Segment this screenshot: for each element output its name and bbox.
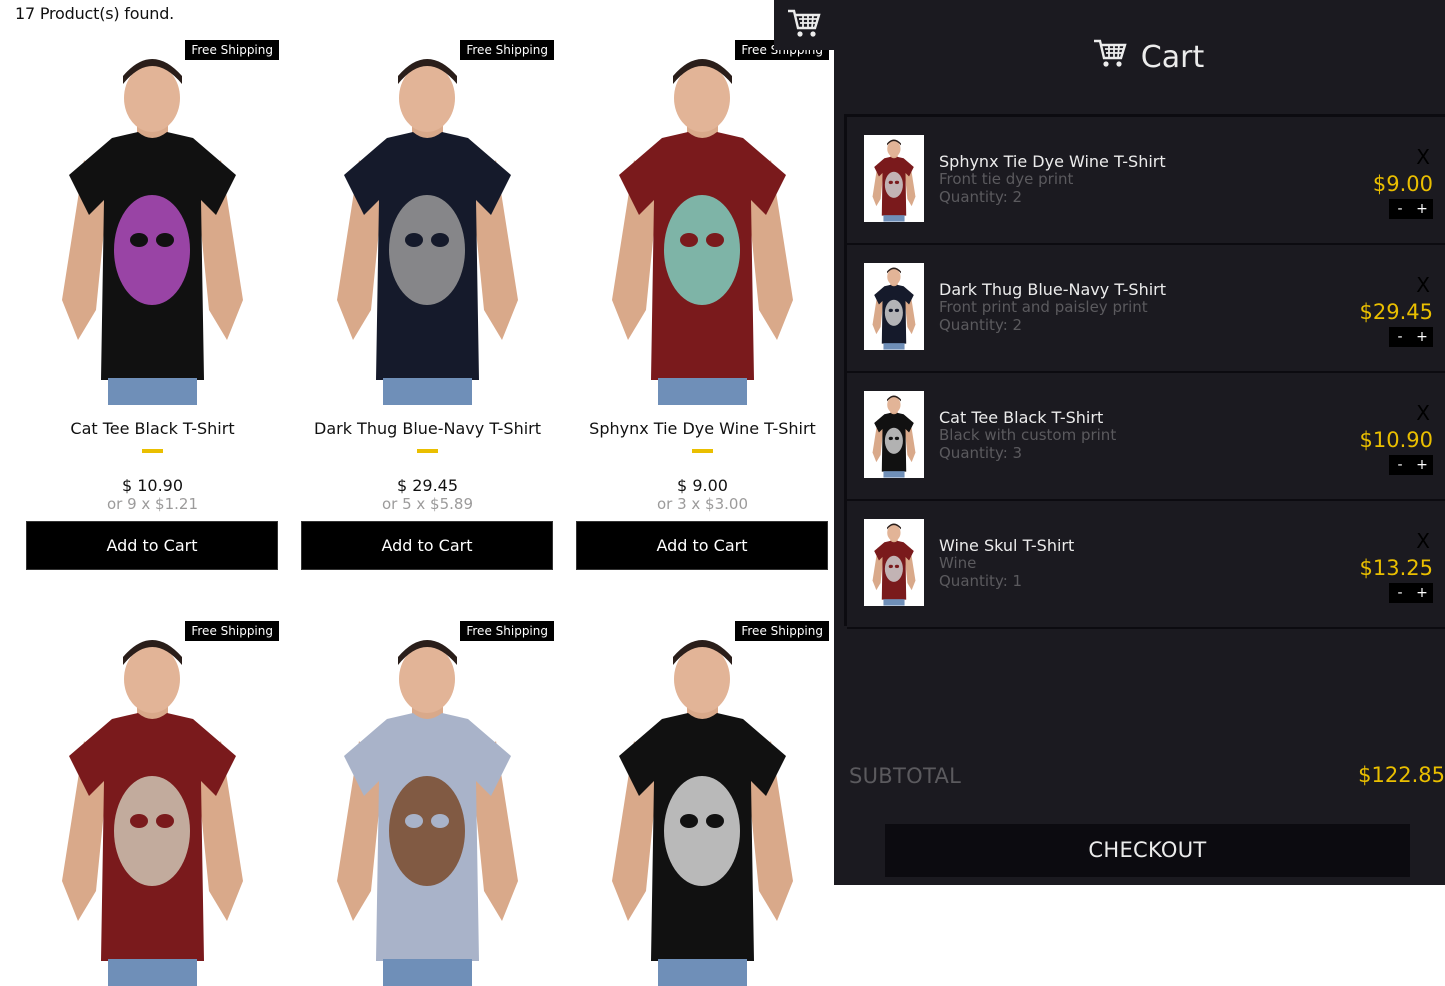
cart-item-thumbnail <box>864 519 924 606</box>
add-to-cart-button[interactable]: Add to Cart <box>301 521 553 570</box>
remove-item-button[interactable]: X <box>1416 145 1430 169</box>
add-to-cart-button[interactable]: Add to Cart <box>576 521 828 570</box>
quantity-stepper: - + <box>1389 199 1433 219</box>
product-image[interactable] <box>576 40 829 405</box>
cart-item-description: Black with custom print <box>939 426 1117 444</box>
increase-quantity-button[interactable]: + <box>1411 583 1433 603</box>
cart-item-description: Wine <box>939 554 977 572</box>
product-installment: or 9 x $1.21 <box>106 495 198 513</box>
cart-item: Wine Skul T-Shirt Wine Quantity: 1 X $13… <box>847 501 1445 629</box>
cart-item-title: Dark Thug Blue-Navy T-Shirt <box>939 280 1166 299</box>
cart-item-quantity: Quantity: 2 <box>939 316 1023 334</box>
increase-quantity-button[interactable]: + <box>1411 327 1433 347</box>
cart-title: Cart <box>1140 39 1205 75</box>
cart-icon <box>787 8 821 42</box>
add-to-cart-button[interactable]: Add to Cart <box>26 521 278 570</box>
product-installment: or 3 x $3.00 <box>656 495 748 513</box>
cart-item-quantity: Quantity: 3 <box>939 444 1023 462</box>
subtotal-label: SUBTOTAL <box>849 764 962 788</box>
remove-item-button[interactable]: X <box>1416 401 1430 425</box>
free-shipping-badge: Free Shipping <box>460 621 554 641</box>
product-price: $ 10.90 <box>121 476 184 495</box>
decrease-quantity-button[interactable]: - <box>1389 199 1411 219</box>
product-title: Dark Thug Blue-Navy T-Shirt <box>314 419 541 438</box>
product-image[interactable] <box>576 621 829 986</box>
product-image[interactable] <box>301 40 554 405</box>
cart-item: Cat Tee Black T-Shirt Black with custom … <box>847 373 1445 501</box>
product-price: $ 29.45 <box>396 476 459 495</box>
product-title: Sphynx Tie Dye Wine T-Shirt <box>589 419 816 438</box>
remove-item-button[interactable]: X <box>1416 273 1430 297</box>
quantity-stepper: - + <box>1389 327 1433 347</box>
cart-item-title: Sphynx Tie Dye Wine T-Shirt <box>939 152 1166 171</box>
cart-item-title: Cat Tee Black T-Shirt <box>939 408 1104 427</box>
increase-quantity-button[interactable]: + <box>1411 199 1433 219</box>
checkout-button[interactable]: CHECKOUT <box>885 824 1410 877</box>
cart-item: Sphynx Tie Dye Wine T-Shirt Front tie dy… <box>847 117 1445 245</box>
cart-item-description: Front tie dye print <box>939 170 1074 188</box>
quantity-stepper: - + <box>1389 455 1433 475</box>
cart-item-description: Front print and paisley print <box>939 298 1148 316</box>
cart-panel: Cart Sphynx Tie Dye Wine T-Shirt Front t… <box>834 0 1445 885</box>
cart-item-thumbnail <box>864 391 924 478</box>
cart-item: Dark Thug Blue-Navy T-Shirt Front print … <box>847 245 1445 373</box>
increase-quantity-button[interactable]: + <box>1411 455 1433 475</box>
subtotal-value: $122.85 <box>1358 763 1445 787</box>
cart-item-quantity: Quantity: 1 <box>939 572 1023 590</box>
cart-item-price: $29.45 <box>1359 300 1433 324</box>
cart-item-title: Wine Skul T-Shirt <box>939 536 1075 555</box>
remove-item-button[interactable]: X <box>1416 529 1430 553</box>
cart-item-quantity: Quantity: 2 <box>939 188 1023 206</box>
product-image[interactable] <box>26 40 279 405</box>
product-installment: or 5 x $5.89 <box>381 495 473 513</box>
product-title: Cat Tee Black T-Shirt <box>70 419 235 438</box>
free-shipping-badge: Free Shipping <box>460 40 554 60</box>
product-price: $ 9.00 <box>677 476 728 495</box>
cart-icon <box>1093 38 1127 76</box>
free-shipping-badge: Free Shipping <box>185 40 279 60</box>
cart-items-list: Sphynx Tie Dye Wine T-Shirt Front tie dy… <box>844 114 1445 629</box>
cart-item-price: $9.00 <box>1372 172 1433 196</box>
products-found-count: 17 Product(s) found. <box>15 4 175 23</box>
free-shipping-badge: Free Shipping <box>185 621 279 641</box>
cart-item-thumbnail <box>864 135 924 222</box>
decrease-quantity-button[interactable]: - <box>1389 455 1411 475</box>
cart-toggle-button[interactable] <box>774 0 834 50</box>
cart-item-price: $13.25 <box>1359 556 1433 580</box>
decrease-quantity-button[interactable]: - <box>1389 583 1411 603</box>
product-divider <box>142 449 163 453</box>
decrease-quantity-button[interactable]: - <box>1389 327 1411 347</box>
product-image[interactable] <box>26 621 279 986</box>
free-shipping-badge: Free Shipping <box>735 621 829 641</box>
product-divider <box>692 449 713 453</box>
product-divider <box>417 449 438 453</box>
cart-header: Cart <box>834 0 1445 114</box>
cart-item-price: $10.90 <box>1359 428 1433 452</box>
cart-item-thumbnail <box>864 263 924 350</box>
product-image[interactable] <box>301 621 554 986</box>
quantity-stepper: - + <box>1389 583 1433 603</box>
